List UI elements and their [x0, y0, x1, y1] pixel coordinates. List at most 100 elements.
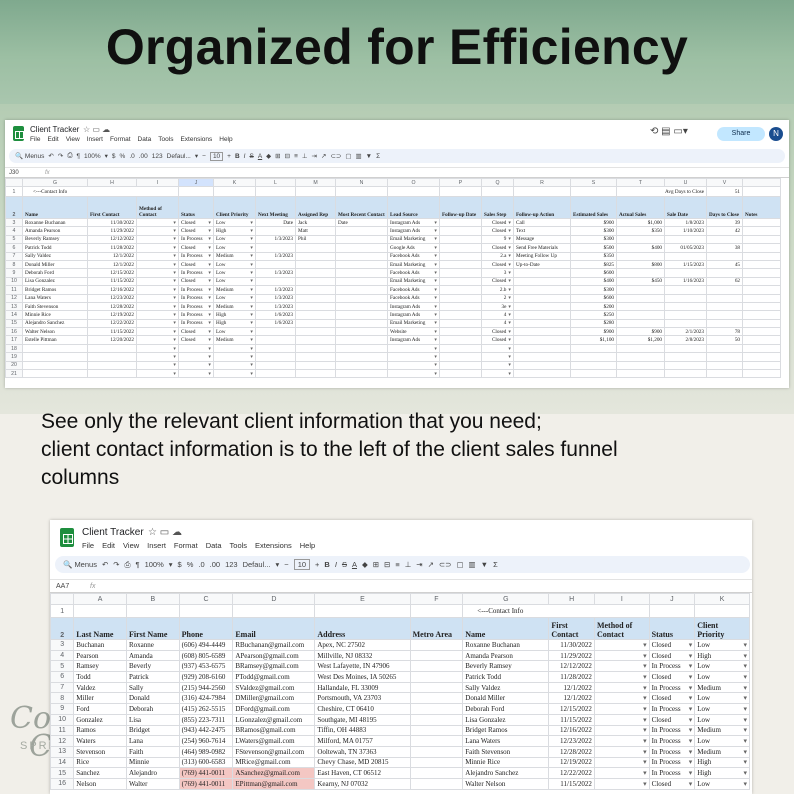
cell[interactable] — [742, 335, 781, 345]
row-number[interactable]: 16 — [5, 327, 23, 337]
undo-icon[interactable]: ↶ — [102, 560, 108, 569]
chevron-down-icon[interactable]: ▾ — [743, 662, 747, 670]
currency-button[interactable]: $ — [178, 560, 182, 569]
cell[interactable] — [295, 343, 336, 354]
row-number[interactable]: 3 — [5, 217, 23, 228]
avatar[interactable]: N — [769, 127, 783, 141]
cell[interactable]: 1/8/2023 — [664, 217, 707, 228]
cell[interactable]: ▾ Medium — [213, 251, 256, 261]
row-number[interactable]: 4 — [5, 226, 23, 236]
cell[interactable] — [742, 327, 781, 337]
chevron-down-icon[interactable]: ▾ — [689, 716, 693, 724]
chevron-down-icon[interactable]: ▾ — [743, 769, 747, 777]
cell[interactable]: ▾ Medium — [213, 301, 256, 312]
chevron-down-icon[interactable]: ▾ — [434, 329, 437, 335]
cell[interactable] — [232, 604, 316, 618]
cell[interactable]: $600 — [570, 293, 617, 303]
cell[interactable]: ▾ — [136, 369, 179, 379]
cell[interactable]: Alejandro — [125, 767, 180, 779]
cell[interactable] — [335, 293, 388, 303]
row-number[interactable]: 2 — [5, 196, 23, 219]
column-letter[interactable]: B — [125, 593, 180, 605]
chevron-down-icon[interactable]: ▾ — [434, 354, 437, 360]
cell[interactable]: ▾ — [136, 343, 179, 354]
cell[interactable]: Amanda Pearson — [462, 649, 550, 662]
cell[interactable] — [409, 681, 464, 694]
column-header[interactable]: First Contact — [548, 617, 595, 640]
cell[interactable] — [570, 352, 617, 362]
cell[interactable]: 11/29/2022 — [548, 649, 595, 662]
cell[interactable] — [295, 318, 336, 329]
cell[interactable]: 12/16/2022 — [548, 724, 595, 737]
cell[interactable]: ▾ — [593, 777, 650, 790]
cell[interactable] — [314, 604, 411, 618]
cell[interactable]: ▾ — [481, 352, 514, 362]
chevron-down-icon[interactable]: ▾ — [508, 371, 511, 377]
column-letter[interactable]: H — [548, 593, 595, 605]
column-header[interactable]: First Name — [125, 617, 180, 640]
cell[interactable]: Donald — [125, 692, 180, 705]
cell[interactable] — [616, 234, 665, 245]
column-header[interactable]: Next Meeting — [255, 196, 296, 219]
chevron-down-icon[interactable]: ▾ — [250, 304, 253, 310]
cell[interactable]: 1/10/2023 — [664, 226, 707, 236]
chevron-down-icon[interactable]: ▾ — [689, 705, 693, 713]
column-letter[interactable]: T — [616, 178, 665, 187]
cell[interactable]: ▾ Closed — [178, 226, 214, 236]
cell[interactable]: ▾ Low — [213, 327, 256, 337]
cell[interactable] — [664, 268, 707, 278]
column-letter[interactable]: Q — [481, 178, 514, 187]
cell[interactable] — [616, 310, 665, 320]
column-header[interactable]: Name — [462, 617, 550, 640]
cell[interactable] — [513, 335, 571, 345]
column-letter[interactable]: D — [232, 593, 316, 605]
cell[interactable] — [409, 639, 464, 651]
cell[interactable] — [295, 327, 336, 337]
filter-icon[interactable]: ▼ — [481, 560, 488, 569]
cell[interactable] — [616, 251, 665, 261]
cell[interactable]: 42 — [706, 226, 743, 236]
cell[interactable]: ▾ Low — [213, 217, 256, 228]
cell[interactable]: Roxanne Buchanan — [22, 217, 88, 228]
cell[interactable] — [439, 343, 482, 354]
cell[interactable]: ▾ Low — [694, 713, 750, 726]
chevron-down-icon[interactable]: ▾ — [643, 780, 647, 788]
sheet-grid-2[interactable]: A B C D E F G H I J K 1 <---Contact Info 2 Last Name Fi… — [50, 593, 750, 790]
cell[interactable] — [255, 327, 296, 337]
cell[interactable]: ▾ Low — [213, 234, 256, 245]
cell[interactable]: ▾ Closed — [648, 777, 696, 790]
chevron-down-icon[interactable]: ▾ — [250, 220, 253, 226]
chevron-down-icon[interactable]: ▾ — [689, 673, 693, 681]
cell[interactable]: 78 — [706, 327, 743, 337]
cell[interactable] — [742, 343, 781, 354]
cell[interactable]: ▾ 4 — [481, 310, 514, 320]
cell[interactable]: ▾ In Process — [648, 724, 696, 737]
cell[interactable] — [295, 360, 336, 371]
cell[interactable]: 12/28/2022 — [87, 301, 137, 312]
cell[interactable]: ▾ — [593, 735, 650, 747]
cell[interactable] — [664, 251, 707, 261]
column-header[interactable]: Sale Date — [664, 196, 707, 219]
chevron-down-icon[interactable]: ▾ — [250, 287, 253, 293]
comment-icon[interactable]: ▢ — [345, 152, 351, 160]
font-size-decrease-button[interactable]: − — [202, 153, 206, 160]
cell[interactable] — [295, 251, 336, 261]
chevron-down-icon[interactable]: ▾ — [434, 304, 437, 310]
cell[interactable]: 12/20/2022 — [87, 335, 137, 345]
cell[interactable]: Ramsey — [73, 660, 127, 673]
row-number[interactable]: 19 — [5, 352, 23, 362]
row-number[interactable]: 11 — [5, 285, 23, 295]
cell[interactable]: Faith Stevenson — [22, 301, 88, 312]
cell[interactable] — [409, 756, 464, 769]
fill-color-icon[interactable]: ◆ — [362, 560, 368, 569]
row-number[interactable]: 10 — [50, 713, 75, 726]
cell[interactable]: ▾ Low — [694, 777, 750, 790]
column-letter[interactable]: I — [136, 178, 179, 187]
chevron-down-icon[interactable]: ▾ — [743, 694, 747, 702]
cell[interactable]: ▾ — [136, 259, 179, 270]
cell[interactable]: Donald Miller — [462, 692, 550, 705]
cell[interactable]: Milford, MA 01757 — [314, 735, 411, 747]
cell[interactable] — [295, 259, 336, 270]
chevron-down-icon[interactable]: ▾ — [173, 354, 176, 360]
chevron-down-icon[interactable]: ▾ — [743, 684, 747, 692]
